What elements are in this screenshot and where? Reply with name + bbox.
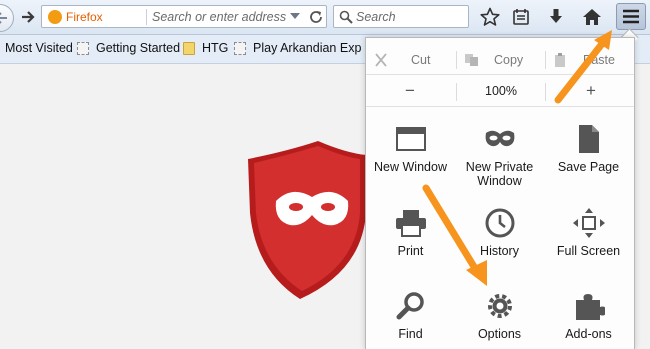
open-menu-button[interactable]	[616, 3, 646, 30]
options-label: Options	[477, 327, 522, 341]
copy-label: Copy	[494, 53, 524, 67]
edit-controls: Cut Copy Paste	[366, 46, 634, 75]
cut-label: Cut	[411, 53, 431, 67]
bookmark-getting-started[interactable]: Getting Started	[96, 41, 180, 55]
save-page-button[interactable]: Save Page	[544, 117, 633, 199]
zoom-out-label: −	[405, 81, 415, 100]
printer-icon	[395, 210, 426, 237]
new-window-icon	[395, 127, 426, 151]
downloads-button[interactable]	[545, 7, 567, 27]
bookmark-play-arkandian[interactable]: Play Arkandian Exp	[253, 41, 361, 55]
full-screen-button[interactable]: Full Screen	[544, 201, 633, 283]
new-private-window-button[interactable]: New Private Window	[455, 117, 544, 199]
page-icon	[77, 42, 89, 55]
copy-icon	[465, 54, 478, 66]
magnifier-icon	[396, 292, 424, 320]
download-icon	[550, 9, 562, 23]
forward-icon	[22, 11, 35, 23]
reload-icon[interactable]	[308, 9, 324, 25]
search-input[interactable]	[356, 8, 464, 26]
add-ons-button[interactable]: Add-ons	[544, 284, 633, 349]
home-button[interactable]	[581, 7, 603, 27]
url-separator	[146, 9, 147, 25]
clock-icon	[485, 208, 514, 238]
navigation-toolbar: Firefox	[0, 0, 650, 35]
paste-button[interactable]: Paste	[546, 46, 634, 74]
back-icon	[0, 12, 7, 24]
hamburger-menu-icon	[623, 9, 639, 24]
history-button[interactable]: History	[455, 201, 544, 283]
add-ons-label: Add-ons	[565, 327, 612, 341]
zoom-in-label: +	[586, 81, 596, 100]
clipboard-icon	[555, 53, 565, 67]
cut-button[interactable]: Cut	[366, 46, 456, 74]
print-button[interactable]: Print	[366, 201, 455, 283]
new-window-label: New Window	[374, 160, 447, 174]
home-icon	[583, 9, 601, 25]
folder-icon	[183, 42, 195, 55]
identity-label: Firefox	[66, 10, 103, 24]
gear-icon	[487, 294, 512, 318]
scissors-icon	[375, 53, 387, 67]
url-bar[interactable]: Firefox	[41, 5, 327, 28]
bookmark-folder-htg[interactable]: HTG	[202, 41, 228, 55]
zoom-in-button[interactable]: +	[546, 78, 634, 106]
reading-list-icon	[513, 9, 529, 25]
fullscreen-icon	[572, 208, 605, 238]
private-mask-icon	[485, 130, 514, 147]
puzzle-icon	[575, 294, 605, 320]
zoom-reset-button[interactable]: 100%	[457, 78, 545, 106]
new-private-window-label: New Private Window	[465, 160, 534, 188]
save-page-label: Save Page	[557, 160, 620, 174]
options-button[interactable]: Options	[455, 284, 544, 349]
browser-window: Firefox Most Visited Getting Star	[0, 0, 650, 349]
find-label: Find	[398, 327, 423, 341]
zoom-out-button[interactable]: −	[366, 78, 456, 106]
new-window-button[interactable]: New Window	[366, 117, 455, 199]
find-button[interactable]: Find	[366, 284, 455, 349]
star-icon	[480, 7, 500, 26]
zoom-controls: − 100% +	[366, 78, 634, 107]
search-icon	[339, 10, 353, 24]
history-label: History	[480, 244, 519, 258]
save-page-icon	[578, 125, 599, 153]
page-icon	[234, 42, 246, 55]
paste-label: Paste	[583, 53, 615, 67]
zoom-level: 100%	[485, 84, 517, 98]
copy-button[interactable]: Copy	[457, 46, 545, 74]
reading-list-button[interactable]	[510, 7, 532, 27]
bookmark-star-button[interactable]	[479, 7, 501, 27]
full-screen-label: Full Screen	[556, 244, 621, 258]
firefox-menu-panel: Cut Copy Paste − 100% + New Window New P…	[365, 37, 635, 349]
search-bar[interactable]	[333, 5, 469, 28]
firefox-identity-icon	[48, 10, 62, 24]
print-label: Print	[397, 244, 424, 258]
dropdown-icon[interactable]	[289, 11, 301, 21]
private-browsing-shield-icon	[248, 141, 366, 299]
back-button[interactable]	[0, 4, 14, 32]
forward-button[interactable]	[20, 9, 36, 25]
bookmark-most-visited[interactable]: Most Visited	[5, 41, 73, 55]
